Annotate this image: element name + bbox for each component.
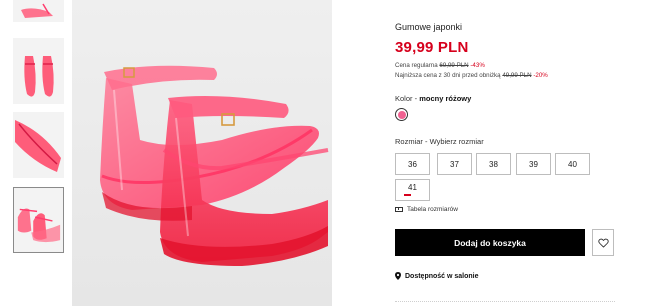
color-swatch-fill xyxy=(397,110,406,119)
color-swatch[interactable] xyxy=(395,108,408,121)
size-option-38[interactable]: 38 xyxy=(476,153,511,175)
regular-discount: -43% xyxy=(470,62,485,69)
product-thumbnail-selected[interactable] xyxy=(13,187,64,253)
lowest-price-note: Najniższa cena z 30 dni przed obniżką 49… xyxy=(395,72,548,79)
product-thumbnail[interactable] xyxy=(13,112,64,178)
lowest-price: 49,99 PLN xyxy=(502,72,532,79)
size-option-37[interactable]: 37 xyxy=(437,153,472,175)
product-thumbnail[interactable] xyxy=(13,38,64,104)
heart-icon xyxy=(597,238,609,247)
location-pin-icon xyxy=(395,272,401,280)
store-availability-label: Dostępność w salonie xyxy=(405,272,479,280)
lowest-discount: -20% xyxy=(533,72,548,79)
thumbnail-column xyxy=(0,0,72,306)
sandal-image xyxy=(13,0,64,22)
store-availability-link[interactable]: Dostępność w salonie xyxy=(395,272,479,280)
current-price: 39,99 PLN xyxy=(395,39,469,56)
product-title: Gumowe japonki xyxy=(395,22,463,32)
product-thumbnail[interactable] xyxy=(13,0,64,22)
size-option-41-label: 41 xyxy=(408,183,417,192)
size-label: Rozmiar - Wybierz rozmiar xyxy=(395,137,484,146)
color-label-prefix: Kolor - xyxy=(395,94,420,103)
divider xyxy=(395,301,615,302)
product-details: Gumowe japonki 39,99 PLN Cena regularna … xyxy=(395,0,625,306)
size-guide-label: Tabela rozmiarów xyxy=(407,206,458,213)
sandal-image xyxy=(72,0,332,306)
size-guide-link[interactable]: Tabela rozmiarów xyxy=(395,206,458,213)
sandal-image xyxy=(14,188,63,252)
ruler-icon xyxy=(395,207,403,212)
regular-price-label: Cena regularna xyxy=(395,62,438,69)
lowest-price-label: Najniższa cena z 30 dni przed obniżką xyxy=(395,72,501,79)
low-stock-indicator xyxy=(404,194,411,196)
size-option-39[interactable]: 39 xyxy=(516,153,551,175)
size-option-41[interactable]: 41 xyxy=(395,179,430,201)
sandal-image xyxy=(13,38,64,104)
color-value: mocny różowy xyxy=(419,94,472,103)
wishlist-button[interactable] xyxy=(592,229,614,256)
size-option-40[interactable]: 40 xyxy=(555,153,590,175)
regular-price: 69,99 PLN xyxy=(439,62,469,69)
color-label: Kolor - mocny różowy xyxy=(395,94,471,103)
main-product-image[interactable] xyxy=(72,0,332,306)
regular-price-note: Cena regularna 69,99 PLN -43% xyxy=(395,62,485,69)
sandal-image xyxy=(13,112,64,178)
add-to-cart-button[interactable]: Dodaj do koszyka xyxy=(395,229,585,256)
size-option-36[interactable]: 36 xyxy=(395,153,430,175)
